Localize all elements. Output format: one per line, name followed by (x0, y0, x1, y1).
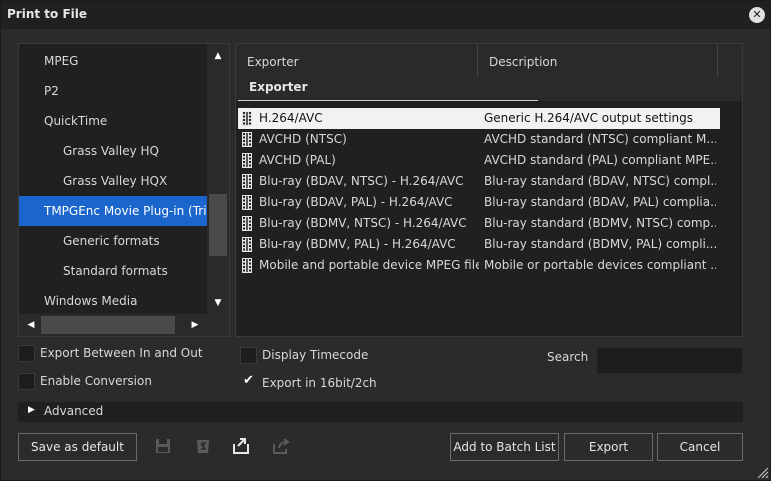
import-preset-icon[interactable] (232, 437, 250, 455)
film-strip-icon (242, 258, 252, 273)
category-item[interactable]: P2 (19, 76, 207, 106)
title-bar[interactable]: Print to File ✕ (1, 1, 770, 29)
film-strip-icon (242, 237, 252, 252)
film-strip-icon (242, 111, 252, 126)
category-item-label: Grass Valley HQX (63, 174, 168, 188)
category-list: MPEG P2 QuickTime Grass Valley HQ Grass … (19, 44, 207, 314)
table-row[interactable]: H.264/AVC Generic H.264/AVC output setti… (238, 108, 720, 129)
expand-arrow-icon: ▶ (28, 405, 35, 415)
checkmark-icon: ✔ (243, 373, 254, 388)
export-between-checkbox[interactable]: Export Between In and Out (18, 344, 218, 364)
horizontal-scroll-thumb[interactable] (41, 316, 175, 334)
exporter-name: H.264/AVC (259, 111, 323, 125)
category-horizontal-scrollbar[interactable]: ◀ ▶ (19, 314, 207, 336)
delete-preset-icon[interactable] (194, 437, 212, 455)
category-vertical-scrollbar[interactable]: ▲ ▼ (207, 44, 229, 314)
column-header-description[interactable]: Description (478, 44, 718, 77)
exporter-description: Generic H.264/AVC output settings (484, 111, 694, 125)
export-preset-icon[interactable] (272, 437, 290, 455)
scroll-left-icon[interactable]: ◀ (21, 314, 41, 336)
exporter-description: Blu-ray standard (BDMV, PAL) compli... (484, 237, 716, 251)
group-divider (238, 100, 538, 101)
exporter-name: AVCHD (PAL) (259, 153, 336, 167)
table-row[interactable]: Blu-ray (BDMV, PAL) - H.264/AVC Blu-ray … (238, 234, 720, 255)
table-row[interactable]: AVCHD (PAL) AVCHD standard (PAL) complia… (238, 150, 720, 171)
category-list-panel: MPEG P2 QuickTime Grass Valley HQ Grass … (18, 43, 230, 337)
scrollbar-corner (207, 314, 229, 336)
film-strip-icon (242, 153, 252, 168)
exporter-description: AVCHD standard (PAL) compliant MPE... (484, 153, 716, 167)
cancel-button[interactable]: Cancel (657, 433, 743, 461)
checkbox-label: Export in 16bit/2ch (262, 376, 377, 390)
category-item[interactable]: Standard formats (19, 256, 207, 286)
exporter-name: Blu-ray (BDAV, PAL) - H.264/AVC (259, 195, 453, 209)
checkbox-label: Display Timecode (262, 348, 369, 362)
search-input[interactable] (596, 347, 743, 374)
exporter-description: Mobile or portable devices compliant ... (484, 258, 716, 272)
table-row[interactable]: Mobile and portable device MPEG file Mob… (238, 255, 720, 276)
exporter-name: AVCHD (NTSC) (259, 132, 347, 146)
search-label: Search (547, 350, 589, 364)
exporter-name: Blu-ray (BDAV, NTSC) - H.264/AVC (259, 174, 464, 188)
close-icon[interactable]: ✕ (749, 7, 765, 23)
category-item-label: Grass Valley HQ (63, 144, 159, 158)
save-preset-icon[interactable] (154, 437, 172, 455)
category-item[interactable]: Grass Valley HQ (19, 136, 207, 166)
table-row[interactable]: Blu-ray (BDAV, NTSC) - H.264/AVC Blu-ray… (238, 171, 720, 192)
enable-conversion-checkbox[interactable]: Enable Conversion (18, 372, 218, 392)
category-item[interactable]: Grass Valley HQX (19, 166, 207, 196)
film-strip-icon (242, 174, 252, 189)
film-strip-icon (242, 216, 252, 231)
exporter-description: Blu-ray standard (BDMV, NTSC) comp... (484, 216, 716, 230)
vertical-scroll-thumb[interactable] (209, 194, 227, 256)
advanced-expander[interactable]: ▶ Advanced (18, 402, 743, 422)
exporter-name: Blu-ray (BDMV, NTSC) - H.264/AVC (259, 216, 467, 230)
exporter-name: Mobile and portable device MPEG file (259, 258, 479, 272)
checkbox-box (18, 373, 35, 390)
exporter-table: Exporter Description Exporter H.264/AVC … (235, 43, 743, 337)
exporter-description: Blu-ray standard (BDAV, NTSC) compl... (484, 174, 716, 188)
category-item[interactable]: Windows Media (19, 286, 207, 314)
table-row[interactable]: Blu-ray (BDMV, NTSC) - H.264/AVC Blu-ray… (238, 213, 720, 234)
category-item[interactable]: TMPGEnc Movie Plug-in (Tria (19, 196, 207, 226)
table-row[interactable]: AVCHD (NTSC) AVCHD standard (NTSC) compl… (238, 129, 720, 150)
table-row[interactable]: Blu-ray (BDAV, PAL) - H.264/AVC Blu-ray … (238, 192, 720, 213)
category-item[interactable]: QuickTime (19, 106, 207, 136)
category-item-label: MPEG (44, 54, 79, 68)
category-item-label: QuickTime (44, 114, 108, 128)
dialog-title: Print to File (7, 7, 88, 21)
scroll-right-icon[interactable]: ▶ (185, 314, 205, 336)
scroll-down-icon[interactable]: ▼ (207, 293, 229, 313)
category-item-label: Windows Media (44, 294, 138, 308)
checkbox-box (18, 345, 35, 362)
column-header-exporter[interactable]: Exporter (236, 44, 478, 77)
exporter-description: Blu-ray standard (BDAV, PAL) complia... (484, 195, 716, 209)
category-item[interactable]: MPEG (19, 46, 207, 76)
checkbox-box (240, 347, 257, 364)
exporter-description: AVCHD standard (NTSC) compliant M... (484, 132, 716, 146)
category-item-label: TMPGEnc Movie Plug-in (Tria (44, 204, 207, 218)
display-timecode-checkbox[interactable]: Display Timecode (240, 346, 440, 366)
category-item[interactable]: Generic formats (19, 226, 207, 256)
save-as-default-button[interactable]: Save as default (18, 433, 137, 461)
resize-grip-icon[interactable] (755, 465, 769, 479)
table-header: Exporter Description (236, 44, 742, 77)
scroll-up-icon[interactable]: ▲ (207, 46, 229, 66)
print-to-file-dialog: Print to File ✕ MPEG P2 QuickTime Grass … (0, 0, 771, 481)
category-item-label: Generic formats (63, 234, 160, 248)
add-to-batch-list-button[interactable]: Add to Batch List (450, 433, 559, 461)
checkbox-label: Enable Conversion (40, 374, 152, 388)
category-item-label: Standard formats (63, 264, 168, 278)
group-header: Exporter (236, 77, 742, 101)
checkbox-label: Export Between In and Out (40, 346, 203, 360)
category-item-label: P2 (44, 84, 59, 98)
export-16bit-checkbox[interactable]: Export in 16bit/2ch ✔ (240, 373, 440, 394)
advanced-label: Advanced (44, 404, 104, 418)
export-button[interactable]: Export (564, 433, 653, 461)
film-strip-icon (242, 195, 252, 210)
exporter-name: Blu-ray (BDMV, PAL) - H.264/AVC (259, 237, 456, 251)
group-label: Exporter (249, 80, 308, 94)
film-strip-icon (242, 132, 252, 147)
